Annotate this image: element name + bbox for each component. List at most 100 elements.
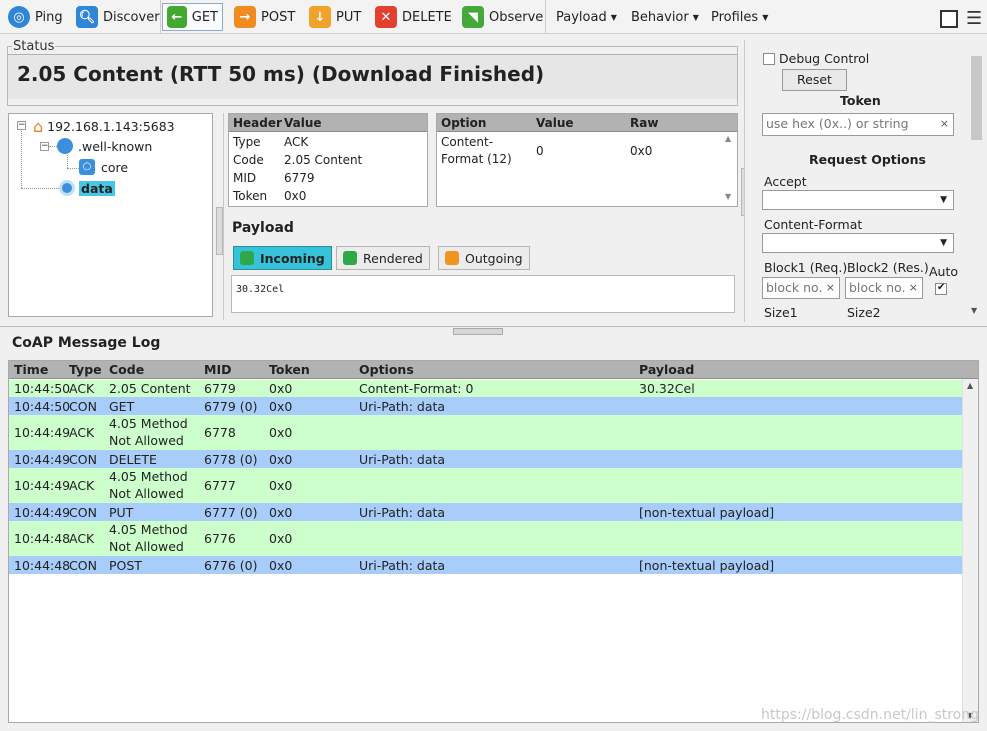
scroll-down-icon[interactable]: ▼ bbox=[971, 306, 977, 315]
discover-label: Discover bbox=[103, 9, 160, 25]
log-payload: 30.32Cel bbox=[639, 381, 695, 396]
block2-placeholder: block no. bbox=[849, 280, 906, 295]
log-code: 2.05 Content bbox=[109, 381, 191, 396]
log-row[interactable]: 10:44:49 CON DELETE 6778 (0) 0x0 Uri-Pat… bbox=[9, 450, 962, 468]
block1-input[interactable]: block no. × bbox=[762, 277, 840, 299]
discover-icon: 🔍︎ bbox=[76, 6, 98, 28]
behavior-menu[interactable]: Behavior ▼ bbox=[631, 10, 699, 25]
hamburger-menu-icon[interactable]: ☰ bbox=[966, 8, 982, 29]
log-type: CON bbox=[69, 399, 97, 414]
tree-node-well-known[interactable]: .well-known bbox=[57, 138, 152, 154]
block1-label: Block1 (Req.) bbox=[764, 260, 848, 275]
col-type[interactable]: Type bbox=[69, 362, 102, 377]
payload-menu[interactable]: Payload ▼ bbox=[556, 10, 617, 25]
log-time: 10:44:48 bbox=[14, 558, 71, 573]
token-input[interactable]: use hex (0x..) or string × bbox=[762, 113, 954, 136]
log-type: CON bbox=[69, 452, 97, 467]
accept-select[interactable]: ▼ bbox=[762, 190, 954, 210]
tab-outgoing[interactable]: Outgoing bbox=[438, 246, 530, 270]
tree-node-data-label: data bbox=[79, 180, 115, 196]
get-button[interactable]: ← GET bbox=[162, 3, 223, 31]
log-type: ACK bbox=[69, 381, 95, 396]
log-token: 0x0 bbox=[269, 381, 293, 396]
tree-node-data[interactable]: data bbox=[59, 180, 115, 196]
tree-line bbox=[49, 146, 57, 147]
horizontal-splitter-handle[interactable] bbox=[453, 328, 503, 335]
log-row[interactable]: 10:44:49 ACK 4.05 Method Not Allowed 677… bbox=[9, 468, 962, 503]
collapse-toggle[interactable]: − bbox=[17, 121, 26, 130]
log-row[interactable]: 10:44:49 CON PUT 6777 (0) 0x0 Uri-Path: … bbox=[9, 503, 962, 521]
block2-input[interactable]: block no. × bbox=[845, 277, 923, 299]
ping-label: Ping bbox=[35, 9, 63, 25]
col-options[interactable]: Options bbox=[359, 362, 414, 377]
col-code[interactable]: Code bbox=[109, 362, 144, 377]
header-value: 2.05 Content bbox=[284, 153, 363, 167]
clear-icon[interactable]: × bbox=[940, 117, 949, 130]
clear-icon[interactable]: × bbox=[909, 281, 918, 294]
content-format-label: Content-Format bbox=[764, 217, 863, 232]
discover-button[interactable]: 🔍︎ Discover bbox=[72, 3, 164, 31]
get-label: GET bbox=[191, 9, 218, 25]
clear-icon[interactable]: × bbox=[826, 281, 835, 294]
log-row[interactable]: 10:44:49 ACK 4.05 Method Not Allowed 677… bbox=[9, 415, 962, 450]
log-time: 10:44:48 bbox=[14, 531, 71, 546]
ping-icon: ◎ bbox=[8, 6, 30, 28]
put-button[interactable]: ↓ PUT bbox=[305, 3, 365, 31]
col-time[interactable]: Time bbox=[14, 362, 48, 377]
tree-node-root[interactable]: ⌂ 192.168.1.143:5683 bbox=[33, 117, 175, 136]
scroll-up-icon[interactable]: ▲ bbox=[725, 134, 731, 143]
log-mid: 6777 (0) bbox=[204, 505, 258, 520]
put-label: PUT bbox=[336, 9, 362, 25]
outgoing-icon bbox=[445, 251, 459, 265]
log-row[interactable]: 10:44:50 ACK 2.05 Content 6779 0x0 Conte… bbox=[9, 380, 962, 397]
log-token: 0x0 bbox=[269, 505, 293, 520]
log-title: CoAP Message Log bbox=[12, 335, 161, 351]
scroll-thumb[interactable] bbox=[971, 56, 982, 140]
option-table-head: Option Value Raw bbox=[437, 114, 737, 132]
tree-node-core[interactable]: ○ core bbox=[79, 159, 128, 175]
toolbar-separator bbox=[545, 0, 546, 34]
log-mid: 6776 bbox=[204, 531, 236, 546]
log-code: 4.05 Method bbox=[109, 522, 188, 537]
home-icon: ⌂ bbox=[33, 117, 44, 136]
scroll-down-icon[interactable]: ▼ bbox=[725, 192, 731, 201]
window-square-icon[interactable] bbox=[940, 10, 958, 28]
log-type: CON bbox=[69, 505, 97, 520]
debug-control-checkbox[interactable] bbox=[763, 53, 775, 65]
tab-incoming-label: Incoming bbox=[260, 250, 325, 266]
tab-rendered[interactable]: Rendered bbox=[336, 246, 430, 270]
ping-button[interactable]: ◎ Ping bbox=[4, 3, 67, 31]
token-placeholder: use hex (0x..) or string bbox=[766, 116, 909, 131]
content-format-select[interactable]: ▼ bbox=[762, 233, 954, 253]
log-payload: [non-textual payload] bbox=[639, 558, 775, 573]
vertical-splitter-handle[interactable] bbox=[216, 207, 223, 255]
observe-button[interactable]: ◥ Observe bbox=[458, 3, 547, 31]
col-header: Header bbox=[233, 116, 282, 130]
request-options-label: Request Options bbox=[809, 152, 926, 167]
tab-incoming[interactable]: Incoming bbox=[233, 246, 332, 270]
tree-line bbox=[21, 188, 59, 189]
tree-node-well-known-label: .well-known bbox=[78, 138, 153, 154]
col-payload[interactable]: Payload bbox=[639, 362, 694, 377]
col-token[interactable]: Token bbox=[269, 362, 310, 377]
search-icon: ○ bbox=[79, 159, 95, 175]
collapse-toggle[interactable]: − bbox=[40, 142, 49, 151]
log-mid: 6777 bbox=[204, 478, 236, 493]
col-mid[interactable]: MID bbox=[204, 362, 231, 377]
log-mid: 6779 bbox=[204, 381, 236, 396]
payload-content[interactable]: 30.32Cel bbox=[231, 275, 735, 313]
reset-button[interactable]: Reset bbox=[782, 69, 847, 91]
profiles-menu[interactable]: Profiles ▼ bbox=[711, 10, 768, 25]
post-label: POST bbox=[261, 9, 296, 25]
right-panel-scrollbar[interactable]: ▼ bbox=[967, 40, 984, 322]
scroll-up-icon[interactable]: ▲ bbox=[967, 381, 973, 390]
auto-checkbox[interactable] bbox=[935, 282, 947, 295]
log-row[interactable]: 10:44:48 CON POST 6776 (0) 0x0 Uri-Path:… bbox=[9, 556, 962, 574]
log-scrollbar[interactable]: ▲ ▼ bbox=[962, 379, 978, 722]
delete-button[interactable]: ✕ DELETE bbox=[371, 3, 456, 31]
post-button[interactable]: → POST bbox=[230, 3, 299, 31]
option-name: Format (12) bbox=[441, 152, 512, 166]
header-key: Token bbox=[233, 189, 268, 203]
log-row[interactable]: 10:44:50 CON GET 6779 (0) 0x0 Uri-Path: … bbox=[9, 397, 962, 415]
log-row[interactable]: 10:44:48 ACK 4.05 Method Not Allowed 677… bbox=[9, 521, 962, 556]
